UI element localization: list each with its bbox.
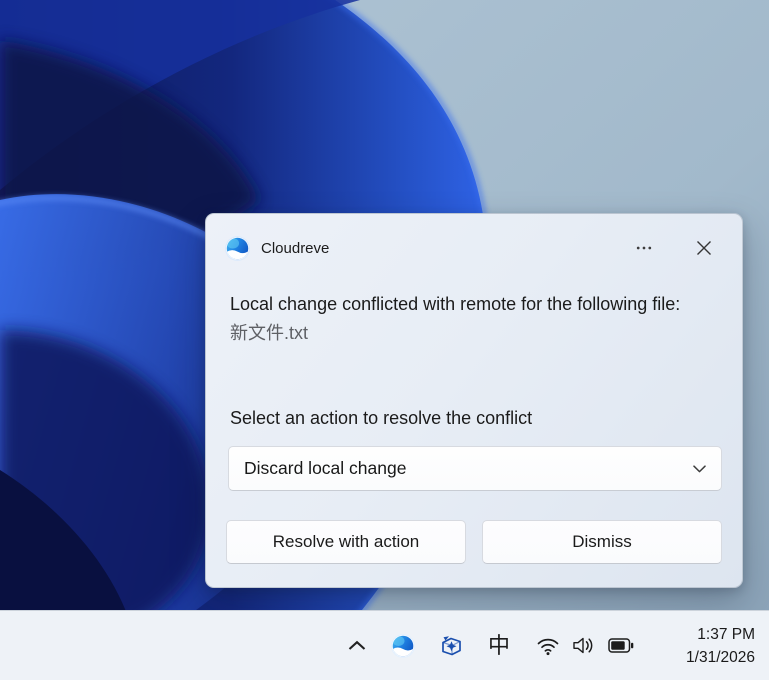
resolve-with-action-button[interactable]: Resolve with action [226,520,466,564]
cube-star-icon [438,633,464,659]
conflict-file-name: 新文件.txt [230,319,726,348]
cloudreve-app-icon [225,236,250,261]
ellipsis-icon [636,245,652,251]
clock-time: 1:37 PM [648,623,755,646]
clock-date: 1/31/2026 [648,646,755,669]
chevron-up-icon [347,640,367,651]
taskbar-clock[interactable]: 1:37 PM 1/31/2026 [648,623,755,669]
conflict-action-dropdown[interactable]: Discard local change [228,446,722,491]
toast-header: Cloudreve [225,235,722,261]
dropdown-selected-value: Discard local change [244,458,693,479]
battery-icon [608,638,634,653]
ime-mode-indicator[interactable]: 中 [485,632,513,660]
toast-app-title: Cloudreve [261,240,329,257]
volume-icon [572,636,596,655]
quick-settings-button[interactable] [536,636,634,656]
dismiss-button[interactable]: Dismiss [482,520,722,564]
taskbar: 中 1:3 [0,610,769,680]
cloudreve-notification-toast[interactable]: Cloudreve Local change conflicted wit [205,213,743,588]
system-tray: 中 1:3 [345,611,769,680]
wifi-icon [536,636,560,656]
show-hidden-icons-button[interactable] [345,632,369,660]
desktop: Cloudreve Local change conflicted wit [0,0,769,680]
cloudreve-tray-icon[interactable] [391,634,415,658]
cube-app-tray-icon[interactable] [438,633,464,659]
action-prompt-label: Select an action to resolve the conflict [230,408,726,429]
conflict-message-text: Local change conflicted with remote for … [230,290,726,319]
close-button[interactable] [691,235,717,261]
toast-controls [631,235,722,261]
chevron-down-icon [693,465,706,473]
close-icon [696,240,712,256]
toast-message: Local change conflicted with remote for … [230,290,726,348]
more-options-button[interactable] [631,235,657,261]
cloudreve-icon [391,634,415,658]
